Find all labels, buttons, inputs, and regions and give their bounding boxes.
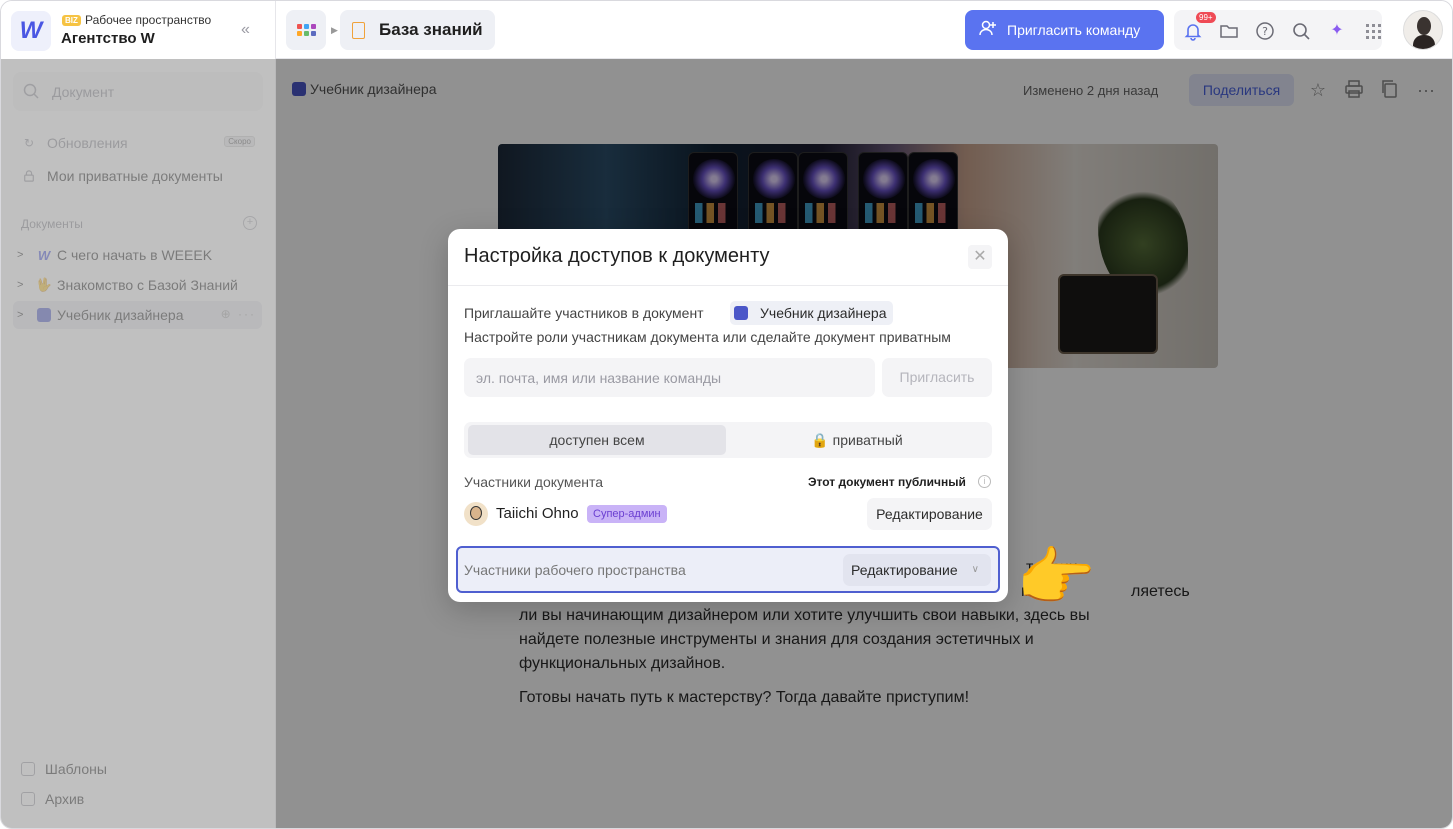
visibility-public-option[interactable]: доступен всем	[468, 425, 726, 455]
chevron-down-icon: ∨	[971, 564, 979, 575]
visibility-private-option[interactable]: 🔒 приватный	[728, 425, 986, 455]
member-access-select[interactable]: Редактирование	[867, 498, 992, 530]
modal-title: Настройка доступов к документу	[464, 245, 770, 267]
document-chip: Учебник дизайнера	[730, 301, 893, 325]
doc-emoji-icon	[734, 306, 748, 320]
workspace-members-row: Участники рабочего пространства Редактир…	[456, 546, 1000, 593]
close-icon[interactable]: ✕	[968, 245, 992, 269]
public-note: Этот документ публичный	[808, 475, 966, 489]
invite-description: Приглашайте участников в документ	[464, 305, 704, 321]
document-chip-label: Учебник дизайнера	[760, 305, 887, 321]
invite-input[interactable]	[464, 358, 875, 397]
access-settings-modal: Настройка доступов к документу ✕ Приглаш…	[448, 229, 1008, 602]
member-avatar	[464, 502, 488, 526]
document-members-header: Участники документа	[464, 474, 604, 490]
workspace-members-label: Участники рабочего пространства	[464, 562, 686, 578]
visibility-toggle: доступен всем 🔒 приватный	[464, 422, 992, 458]
member-name: Taiichi Ohno	[496, 505, 579, 522]
info-icon[interactable]: i	[978, 475, 991, 488]
workspace-access-value: Редактирование	[851, 562, 958, 578]
invite-button[interactable]: Пригласить	[882, 358, 992, 397]
workspace-access-select[interactable]: Редактирование ∨	[843, 554, 991, 586]
roles-description: Настройте роли участникам документа или …	[464, 329, 951, 345]
app-window: W BIZ Рабочее пространство Агентство W «…	[0, 0, 1453, 829]
pointing-hand-icon: 👉	[1016, 541, 1096, 613]
member-role-badge: Супер-админ	[587, 505, 667, 523]
